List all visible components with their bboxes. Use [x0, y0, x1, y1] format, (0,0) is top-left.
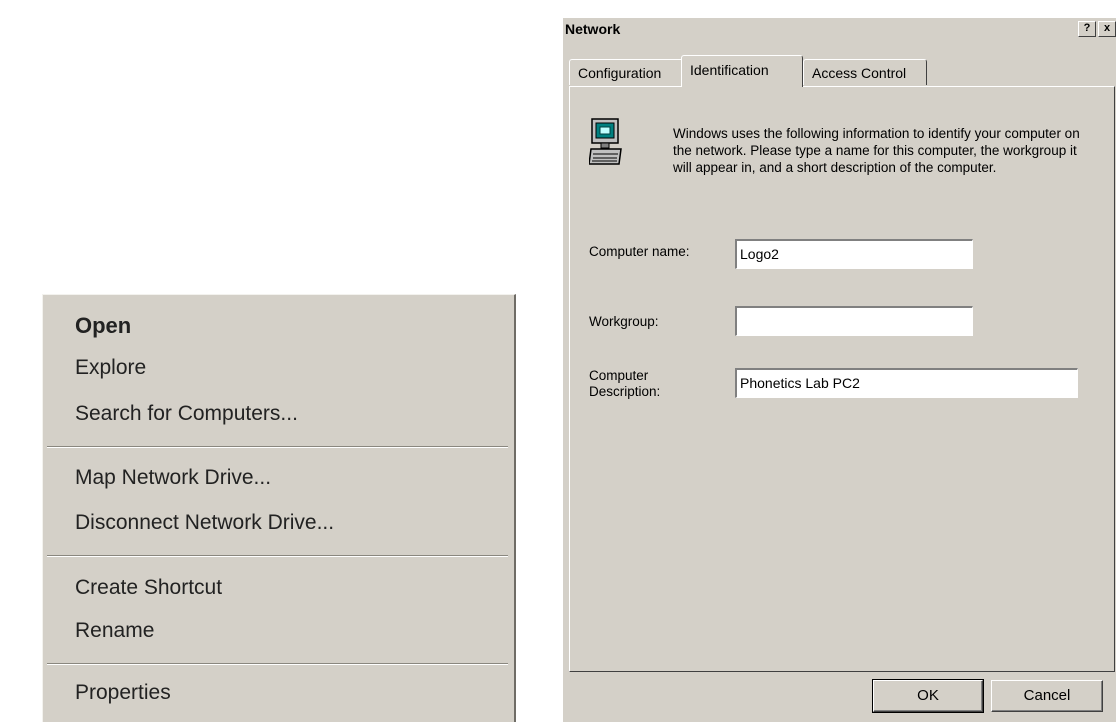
menu-item-explore[interactable]: Explore	[75, 356, 146, 380]
menu-separator	[47, 555, 508, 557]
title-bar: Network ? x	[563, 18, 1116, 40]
menu-item-search-for-computers[interactable]: Search for Computers...	[75, 402, 298, 426]
ok-button[interactable]: OK	[872, 679, 984, 713]
dialog-title: Network	[565, 21, 621, 37]
workgroup-label: Workgroup:	[589, 314, 659, 329]
computer-description-label-line2: Description:	[589, 384, 661, 399]
computer-description-label-line1: Computer	[589, 368, 649, 383]
tab-identification[interactable]: Identification	[681, 55, 803, 87]
cancel-button[interactable]: Cancel	[991, 680, 1103, 712]
menu-item-properties[interactable]: Properties	[75, 681, 171, 705]
context-menu: Open Explore Search for Computers... Map…	[42, 294, 516, 722]
workgroup-field[interactable]	[735, 306, 973, 336]
identification-description: Windows uses the following information t…	[673, 126, 1080, 175]
tab-configuration[interactable]: Configuration	[569, 59, 685, 85]
network-dialog: Network ? x Configuration Identification…	[562, 18, 1116, 722]
menu-separator	[47, 446, 508, 448]
computer-icon	[589, 118, 622, 165]
menu-item-rename[interactable]: Rename	[75, 619, 154, 643]
menu-item-create-shortcut[interactable]: Create Shortcut	[75, 576, 222, 600]
tab-access-control[interactable]: Access Control	[803, 59, 927, 85]
menu-item-disconnect-network-drive[interactable]: Disconnect Network Drive...	[75, 511, 334, 535]
computer-name-label: Computer name:	[589, 244, 690, 259]
computer-description-label: Computer Description:	[589, 368, 660, 400]
help-button[interactable]: ?	[1078, 21, 1096, 37]
menu-item-open[interactable]: Open	[75, 313, 131, 339]
menu-separator	[47, 663, 508, 665]
close-button[interactable]: x	[1098, 21, 1116, 37]
menu-item-map-network-drive[interactable]: Map Network Drive...	[75, 466, 271, 490]
computer-name-field[interactable]: Logo2	[735, 239, 973, 269]
computer-description-field[interactable]: Phonetics Lab PC2	[735, 368, 1078, 398]
